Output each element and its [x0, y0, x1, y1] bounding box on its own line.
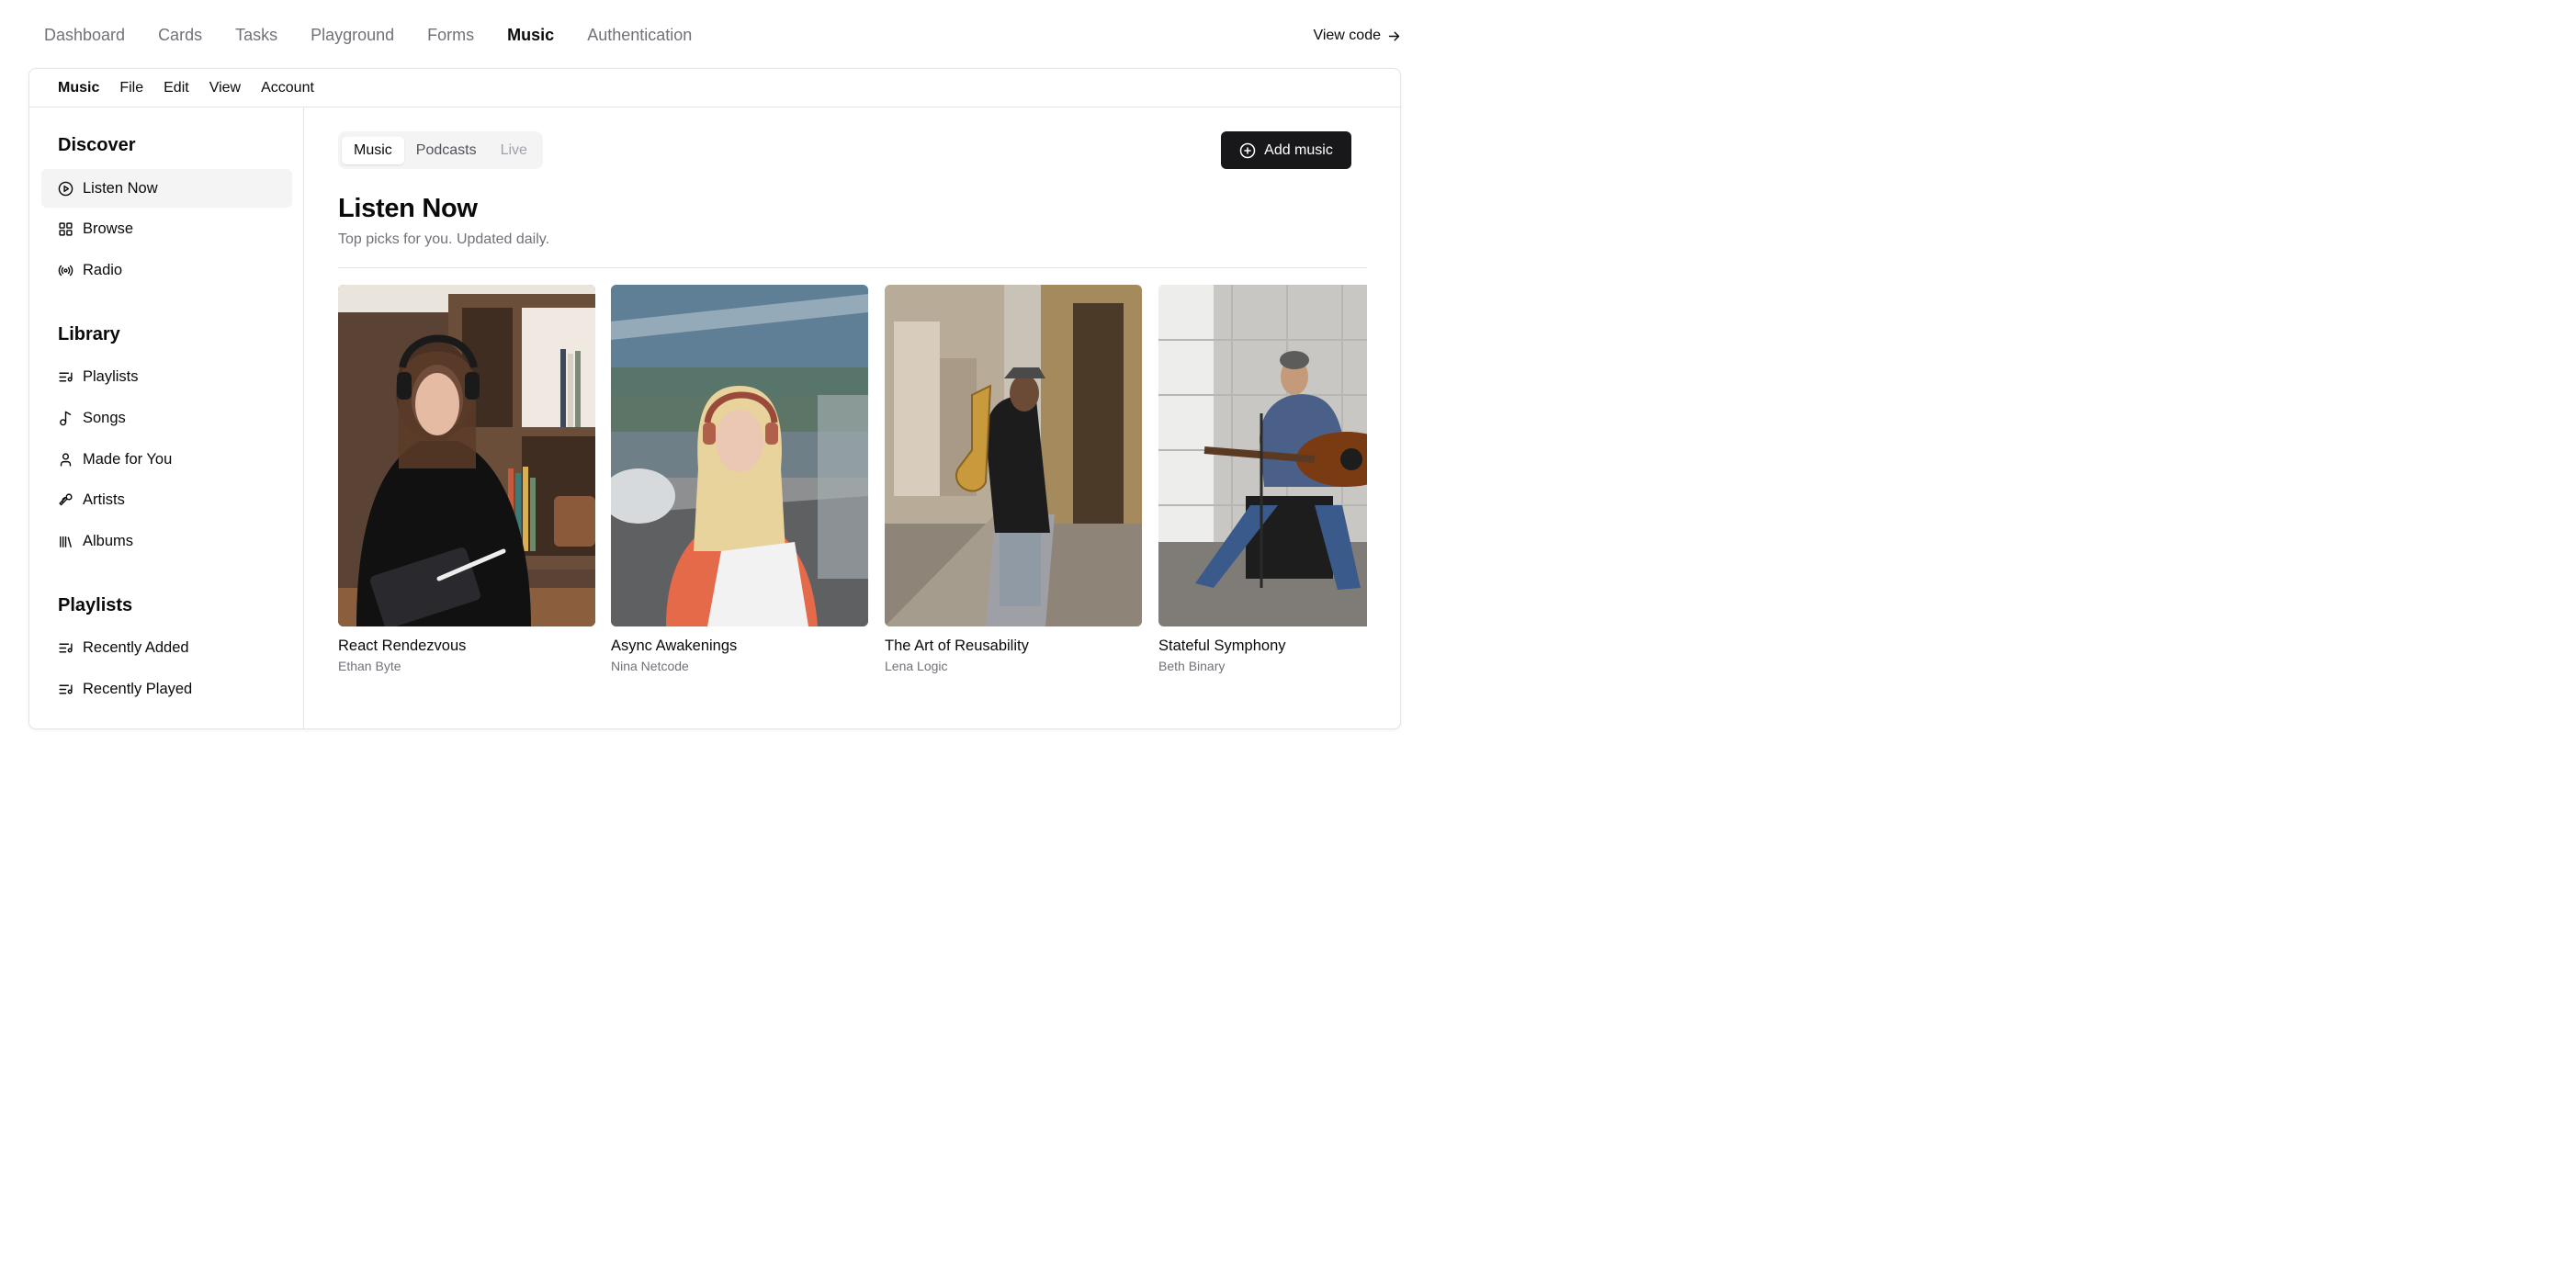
- page-subtitle: Top picks for you. Updated daily.: [338, 231, 550, 247]
- nav-link-music[interactable]: Music: [507, 26, 554, 45]
- nav-link-cards[interactable]: Cards: [158, 26, 202, 45]
- album-artist: Nina Netcode: [611, 659, 689, 673]
- sidebar-item-playlists[interactable]: Playlists: [41, 357, 292, 396]
- album-cover-image[interactable]: [338, 285, 595, 626]
- menu-file[interactable]: File: [109, 74, 153, 102]
- sidebar-item-songs[interactable]: Songs: [41, 399, 292, 437]
- menu-view[interactable]: View: [199, 74, 251, 102]
- sidebar-item-artists[interactable]: Artists: [41, 480, 292, 519]
- album-cover-image[interactable]: [1158, 285, 1367, 626]
- sidebar-item-browse[interactable]: Browse: [41, 209, 292, 248]
- sidebar-item-radio[interactable]: Radio: [41, 251, 292, 289]
- album-cover-art: [338, 285, 595, 626]
- album-carousel: React Rendezvous Ethan Byte Async Awaken…: [338, 285, 1367, 689]
- album-artist: Beth Binary: [1158, 659, 1226, 673]
- nav-link-forms[interactable]: Forms: [427, 26, 474, 45]
- album-title[interactable]: The Art of Reusability: [885, 638, 1142, 655]
- sidebar-item-label: Recently Added: [83, 638, 189, 656]
- add-music-label: Add music: [1264, 141, 1333, 158]
- menu-music[interactable]: Music: [48, 74, 109, 102]
- sidebar-item-recently-played[interactable]: Recently Played: [41, 670, 292, 708]
- album-cover-image[interactable]: [611, 285, 868, 626]
- top-navigation: Dashboard Cards Tasks Playground Forms M…: [44, 26, 692, 45]
- section-title-playlists: Playlists: [58, 595, 133, 615]
- view-code-link[interactable]: View code: [1313, 28, 1402, 44]
- microphone-icon: [59, 492, 73, 505]
- menubar: Music File Edit View Account: [29, 69, 1400, 107]
- tab-music[interactable]: Music: [342, 136, 404, 164]
- nav-link-authentication[interactable]: Authentication: [587, 26, 692, 45]
- album-card[interactable]: Stateful Symphony Beth Binary: [1158, 285, 1367, 673]
- sidebar-item-label: Recently Played: [83, 680, 193, 697]
- sidebar: Discover Listen Now Browse Radio Library…: [29, 107, 304, 728]
- album-card[interactable]: The Art of Reusability Lena Logic: [885, 285, 1142, 673]
- divider: [338, 267, 1367, 268]
- album-cover-art: [1158, 285, 1367, 626]
- section-title-library: Library: [58, 324, 120, 344]
- sidebar-item-listen-now[interactable]: Listen Now: [41, 169, 292, 208]
- album-cover-art: [611, 285, 868, 626]
- music-app-window: Music File Edit View Account Discover Li…: [28, 68, 1401, 729]
- plus-circle-icon: [1239, 142, 1256, 158]
- list-music-icon: [59, 684, 73, 694]
- sidebar-item-label: Made for You: [83, 450, 173, 468]
- sidebar-item-albums[interactable]: Albums: [41, 522, 292, 560]
- sidebar-item-label: Artists: [83, 491, 125, 508]
- main-content: Music Podcasts Live Add music Listen Now…: [305, 107, 1400, 728]
- sidebar-item-recently-added[interactable]: Recently Added: [41, 628, 292, 667]
- tab-live: Live: [500, 141, 527, 158]
- sidebar-item-label: Browse: [83, 220, 134, 237]
- nav-link-playground[interactable]: Playground: [311, 26, 394, 45]
- music-note-icon: [60, 411, 72, 425]
- album-artist: Lena Logic: [885, 659, 948, 673]
- view-code-label: View code: [1313, 28, 1381, 43]
- tab-podcasts[interactable]: Podcasts: [404, 137, 489, 164]
- album-title[interactable]: Stateful Symphony: [1158, 638, 1367, 655]
- radio-icon: [58, 265, 73, 276]
- grid-icon: [59, 221, 73, 236]
- album-title[interactable]: Async Awakenings: [611, 638, 868, 655]
- album-title[interactable]: React Rendezvous: [338, 638, 595, 655]
- play-circle-icon: [58, 181, 73, 196]
- sidebar-item-label: Listen Now: [83, 179, 158, 197]
- sidebar-item-made-for-you[interactable]: Made for You: [41, 440, 292, 479]
- list-music-icon: [59, 372, 73, 381]
- list-music-icon: [59, 643, 73, 652]
- arrow-right-icon: [1388, 31, 1400, 40]
- sidebar-item-label: Albums: [83, 532, 134, 549]
- user-icon: [60, 452, 72, 467]
- album-cover-art: [885, 285, 1142, 626]
- nav-link-dashboard[interactable]: Dashboard: [44, 26, 125, 45]
- section-title-discover: Discover: [58, 135, 136, 155]
- add-music-button[interactable]: Add music: [1221, 131, 1351, 169]
- content-tabs: Music Podcasts Live: [338, 131, 543, 169]
- nav-link-tasks[interactable]: Tasks: [235, 26, 277, 45]
- album-card[interactable]: React Rendezvous Ethan Byte: [338, 285, 595, 673]
- library-icon: [60, 536, 72, 547]
- album-cover-image[interactable]: [885, 285, 1142, 626]
- menu-edit[interactable]: Edit: [153, 74, 199, 102]
- album-card[interactable]: Async Awakenings Nina Netcode: [611, 285, 868, 673]
- menu-account[interactable]: Account: [251, 74, 324, 102]
- sidebar-item-label: Playlists: [83, 367, 139, 385]
- page-title: Listen Now: [338, 194, 478, 223]
- sidebar-item-label: Songs: [83, 409, 126, 426]
- album-artist: Ethan Byte: [338, 659, 401, 673]
- sidebar-item-label: Radio: [83, 261, 123, 278]
